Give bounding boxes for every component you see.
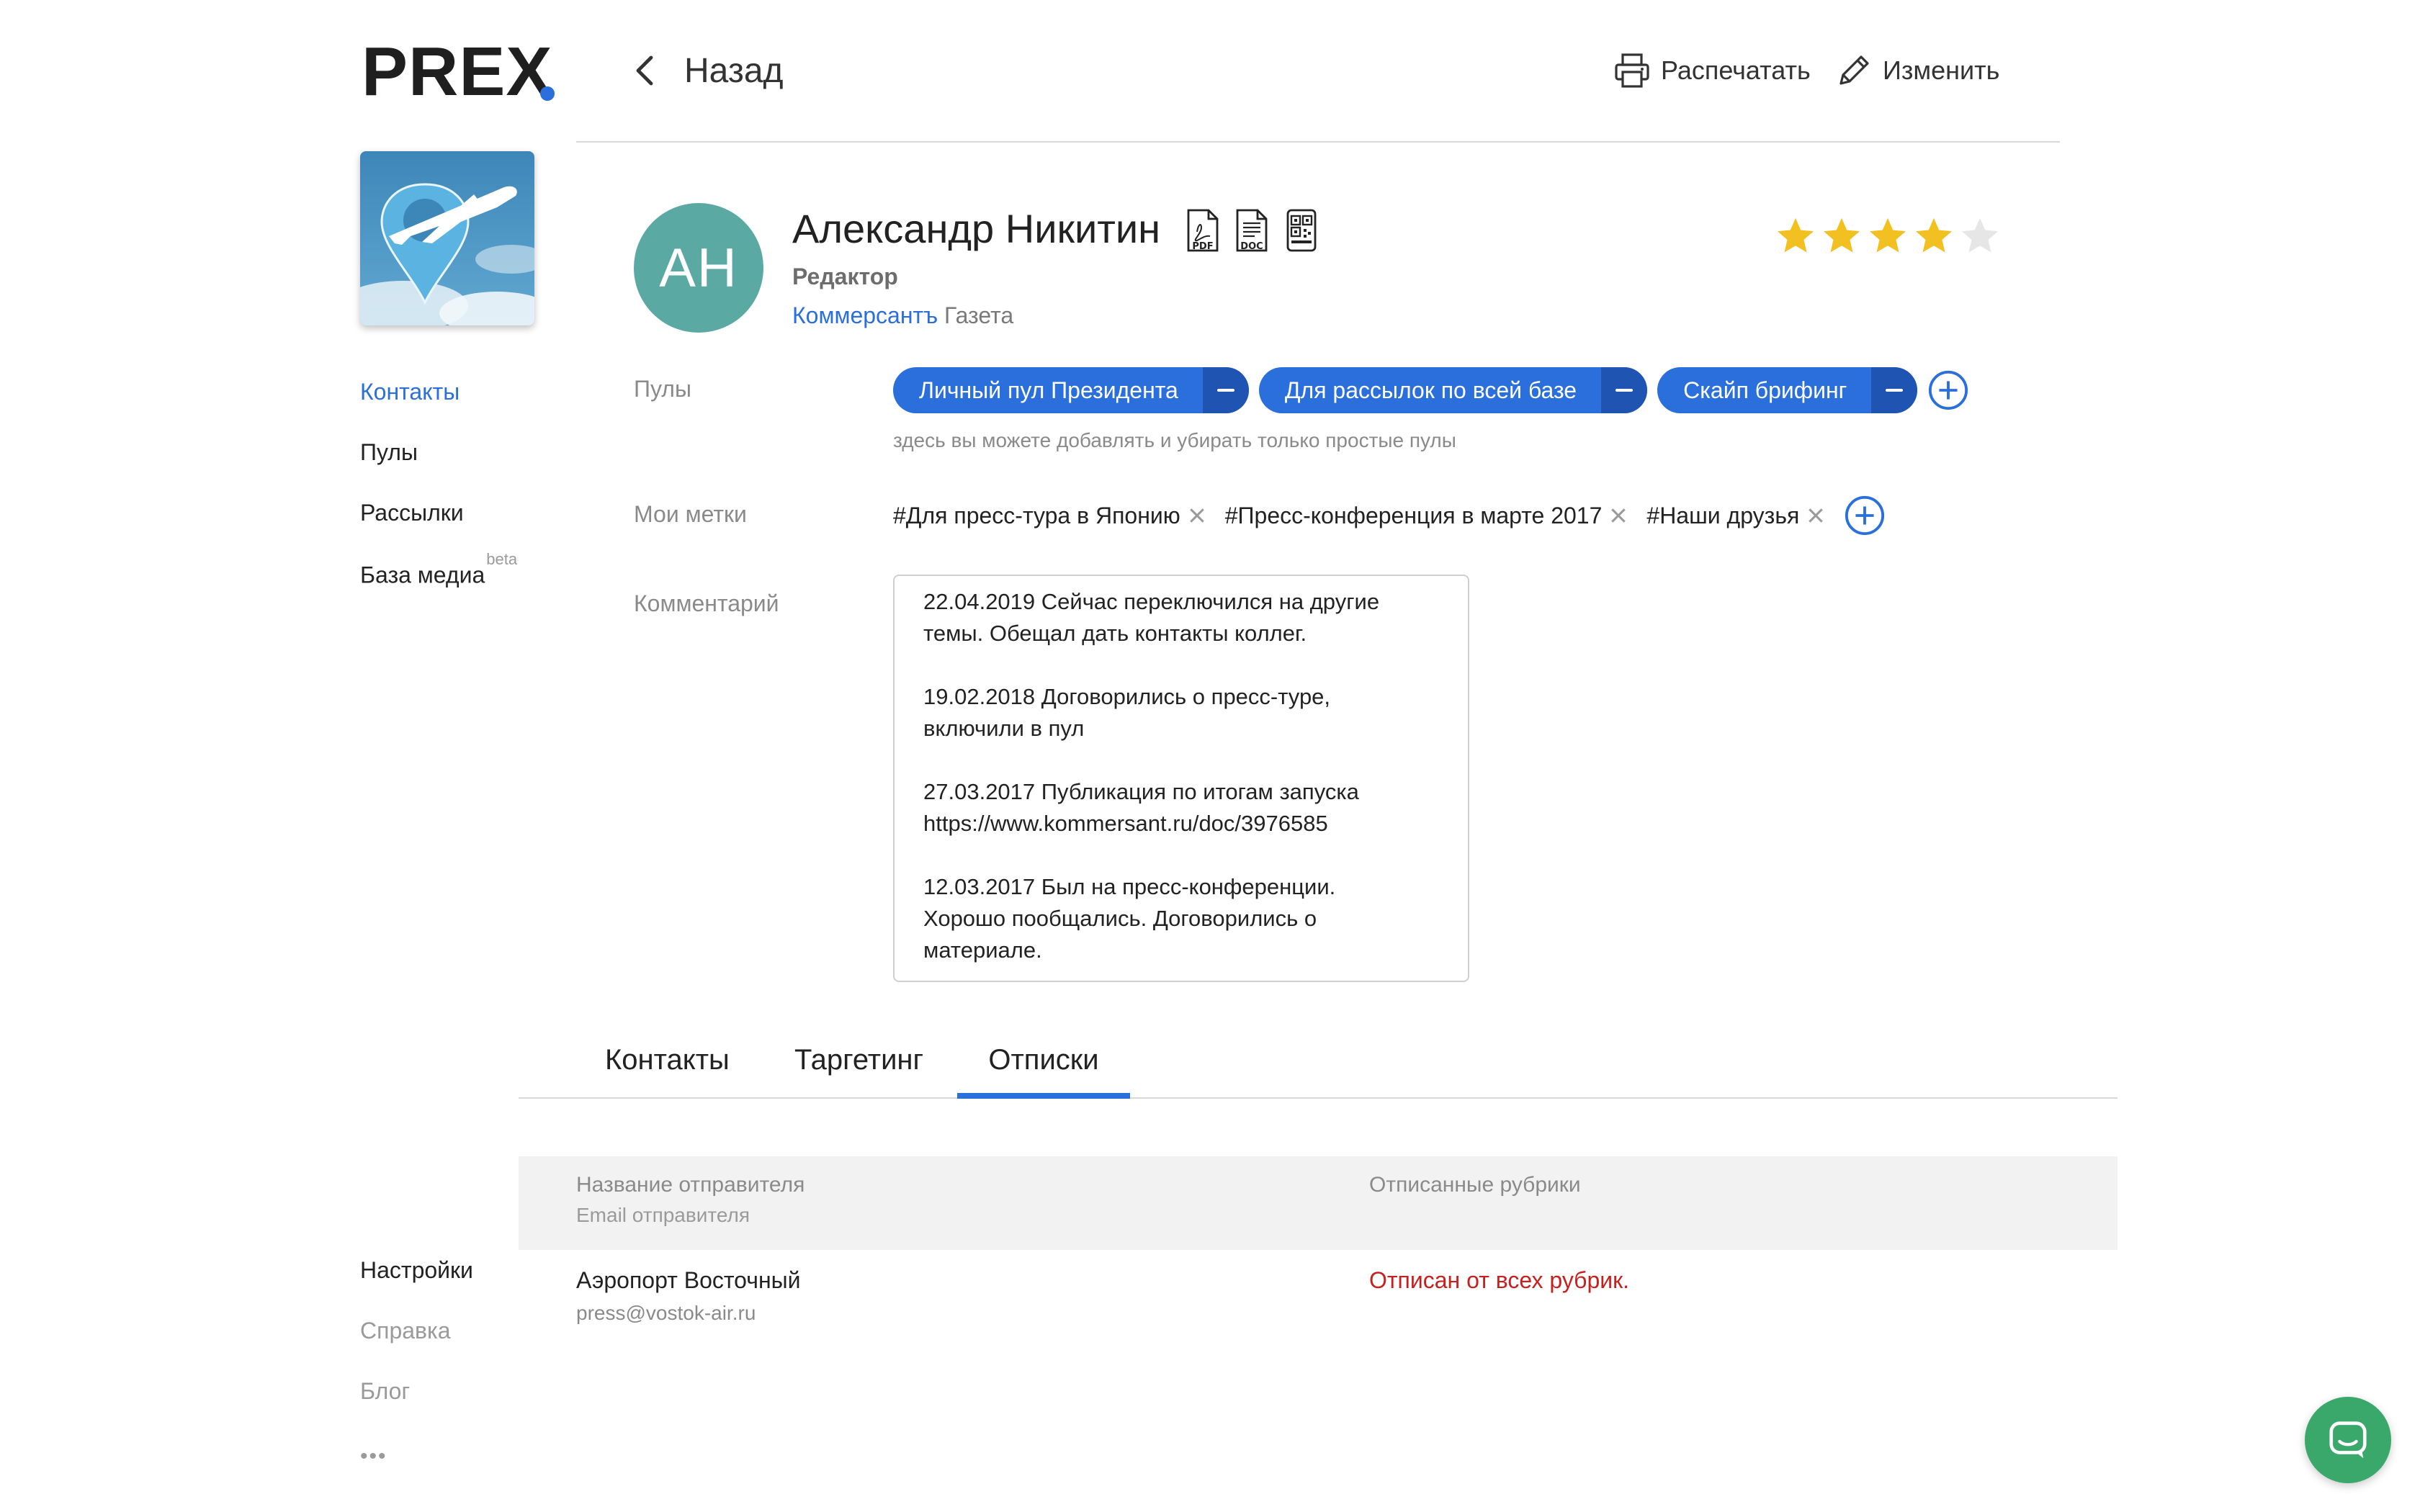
tag-label[interactable]: #Для пресс-тура в Японию <box>893 503 1180 529</box>
back-button[interactable]: Назад <box>631 43 784 98</box>
print-button[interactable]: Распечатать <box>1613 46 1811 95</box>
sidebar-item-help[interactable]: Справка <box>360 1318 451 1344</box>
back-label: Назад <box>684 51 784 90</box>
organization-type: Газета <box>944 302 1014 328</box>
sidebar-item-media-base-label: База медиа <box>360 562 485 588</box>
pool-pill[interactable]: Скайп брифинг <box>1657 367 1918 413</box>
pools-label: Пулы <box>634 376 691 402</box>
svg-text:PDF: PDF <box>1192 241 1213 252</box>
row-sender-email: press@vostok-air.ru <box>576 1302 756 1324</box>
star-filled-icon[interactable] <box>1865 215 1910 258</box>
client-logo-image <box>360 151 534 325</box>
remove-pool-icon[interactable] <box>1601 367 1648 413</box>
doc-icon[interactable]: DOC <box>1233 209 1269 252</box>
star-empty-icon[interactable] <box>1958 215 2002 258</box>
column-header-sender: Название отправителя <box>576 1173 805 1197</box>
pool-pill[interactable]: Личный пул Президента <box>893 367 1249 413</box>
rating-stars[interactable] <box>1773 215 2004 258</box>
tab-unsubscribes[interactable]: Отписки <box>957 1037 1130 1099</box>
add-tag-icon[interactable] <box>1844 495 1886 536</box>
tag-item: #Наши друзья <box>1646 503 1825 529</box>
sidebar-item-media-base[interactable]: База медиаbeta <box>360 550 517 589</box>
chat-button[interactable] <box>2305 1397 2391 1483</box>
tags-label: Мои метки <box>634 501 747 527</box>
comment-entry: 12.03.2017 Был на пресс-конференции. Хор… <box>923 874 1336 963</box>
contact-role: Редактор <box>792 264 898 289</box>
comment-entry: 27.03.2017 Публикация по итогам запуска … <box>923 779 1359 836</box>
star-filled-icon[interactable] <box>1773 215 1818 258</box>
column-header-email: Email отправителя <box>576 1204 750 1226</box>
sidebar-item-pools[interactable]: Пулы <box>360 439 418 466</box>
pencil-icon <box>1839 55 1869 85</box>
comment-entry: 22.04.2019 Сейчас переключился на другие… <box>923 589 1380 646</box>
logo-dot <box>540 86 555 101</box>
chat-icon <box>2329 1421 2367 1459</box>
beta-badge: beta <box>486 550 518 568</box>
printer-icon <box>1615 53 1649 88</box>
tags-list: #Для пресс-тура в Японию #Пресс-конферен… <box>893 494 1886 537</box>
remove-tag-icon[interactable] <box>1188 506 1206 525</box>
organization-link[interactable]: Коммерсантъ <box>792 302 938 328</box>
sidebar-item-mailings[interactable]: Рассылки <box>360 500 464 526</box>
comment-label: Комментарий <box>634 590 779 616</box>
pool-label: Личный пул Президента <box>919 377 1178 403</box>
table-header: Название отправителя Email отправителя О… <box>519 1156 2118 1250</box>
row-unsubscribe-status: Отписан от всех рубрик. <box>1369 1267 1630 1293</box>
edit-label: Изменить <box>1883 55 2000 85</box>
tag-item: #Для пресс-тура в Японию <box>893 503 1206 529</box>
pools-list: Личный пул Президента Для рассылок по вс… <box>893 367 1969 413</box>
tag-label[interactable]: #Наши друзья <box>1646 503 1799 529</box>
comment-entry: 19.02.2018 Договорились о пресс-туре, вк… <box>923 684 1331 741</box>
chevron-left-icon <box>636 55 653 86</box>
remove-tag-icon[interactable] <box>1806 506 1825 525</box>
row-sender-name: Аэропорт Восточный <box>576 1267 801 1293</box>
remove-pool-icon[interactable] <box>1202 367 1249 413</box>
contact-name: Александр Никитин <box>792 206 1161 251</box>
print-label: Распечатать <box>1661 55 1811 85</box>
star-filled-icon[interactable] <box>1819 215 1864 258</box>
pdf-icon[interactable]: PDF <box>1184 209 1220 252</box>
tab-targeting[interactable]: Таргетинг <box>794 1037 923 1099</box>
pool-label: Скайп брифинг <box>1683 377 1847 403</box>
tag-label[interactable]: #Пресс-конференция в марте 2017 <box>1225 503 1603 529</box>
pools-hint: здесь вы можете добавлять и убирать толь… <box>893 429 1456 451</box>
svg-text:DOC: DOC <box>1240 241 1263 252</box>
header-divider <box>576 141 2060 143</box>
comment-textarea[interactable]: 22.04.2019 Сейчас переключился на другие… <box>893 575 1469 982</box>
tag-item: #Пресс-конференция в марте 2017 <box>1225 503 1628 529</box>
star-filled-icon[interactable] <box>1912 215 1956 258</box>
pool-label: Для рассылок по всей базе <box>1284 377 1577 403</box>
sidebar-item-settings[interactable]: Настройки <box>360 1257 473 1284</box>
sidebar-item-blog[interactable]: Блог <box>360 1378 410 1405</box>
remove-tag-icon[interactable] <box>1609 506 1628 525</box>
tab-bar: Контакты Таргетинг Отписки <box>519 1037 2118 1099</box>
edit-button[interactable]: Изменить <box>1835 46 1999 95</box>
pool-pill[interactable]: Для рассылок по всей базе <box>1258 367 1648 413</box>
tab-contacts[interactable]: Контакты <box>605 1037 730 1099</box>
qr-code-icon[interactable] <box>1283 209 1319 252</box>
add-pool-icon[interactable] <box>1927 369 1969 411</box>
airport-logo-icon <box>360 151 534 325</box>
contact-organization: Коммерсантъ Газета <box>792 301 1013 330</box>
avatar: АН <box>634 203 763 333</box>
sidebar-item-contacts[interactable]: Контакты <box>360 379 460 405</box>
logo[interactable]: PREX <box>362 32 552 112</box>
remove-pool-icon[interactable] <box>1871 367 1918 413</box>
more-menu-icon[interactable]: ••• <box>360 1444 387 1469</box>
column-header-rubrics: Отписанные рубрики <box>1369 1173 1581 1197</box>
